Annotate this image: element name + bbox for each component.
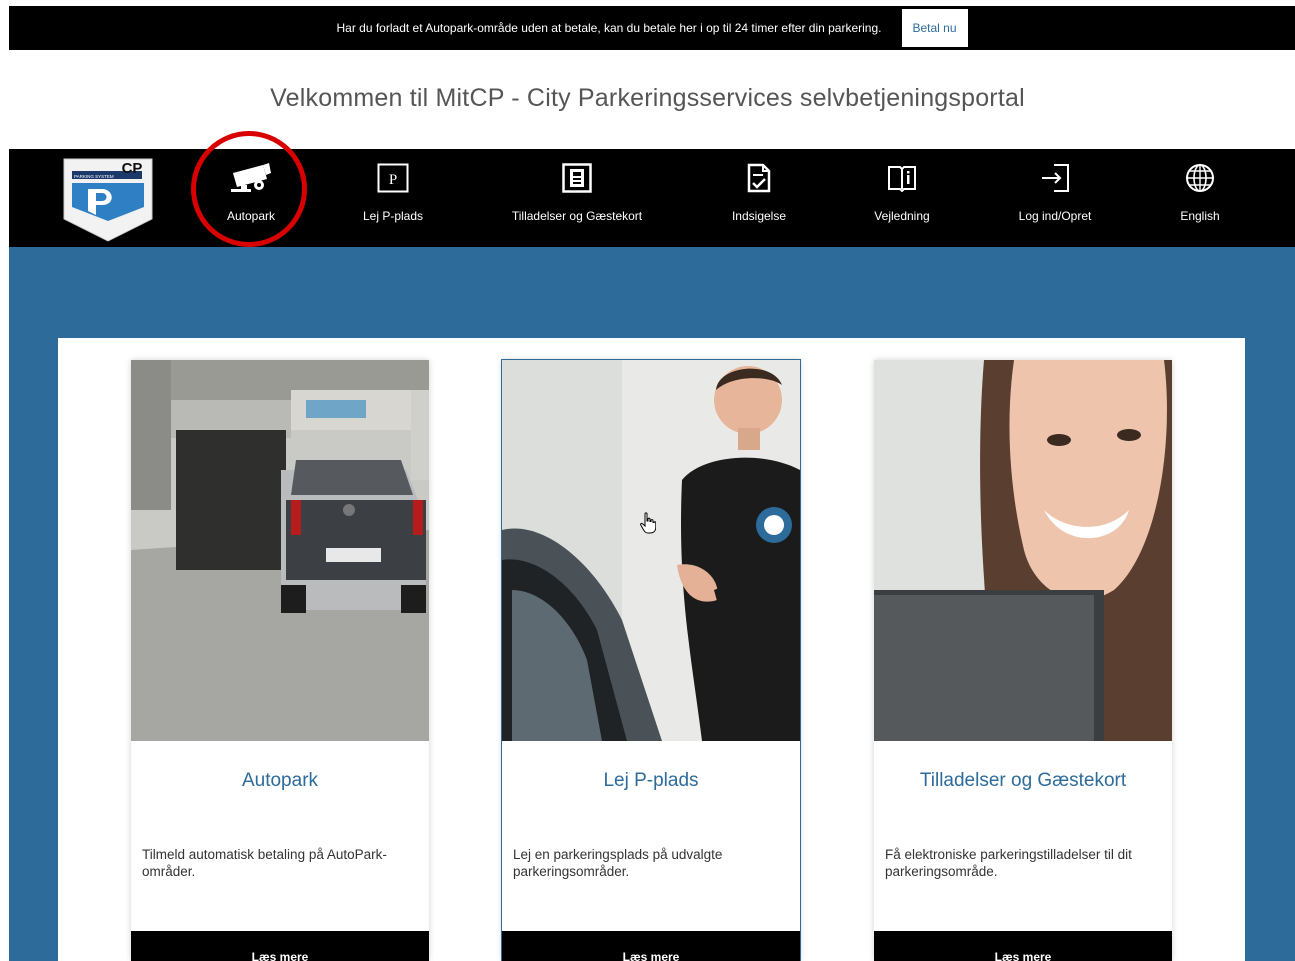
camera-icon: [229, 162, 273, 194]
payment-notice-bar: Har du forladt et Autopark-område uden a…: [9, 6, 1295, 50]
svg-text:P: P: [389, 172, 397, 188]
nav-label-indsigelse: Indsigelse: [731, 209, 787, 223]
nav-item-tilladelser[interactable]: Tilladelser og Gæstekort: [504, 149, 650, 247]
card-desc-lej-p-plads: Lej en parkeringsplads på udvalgte parke…: [513, 847, 723, 879]
nav-label-english: English: [1180, 209, 1220, 223]
card-cta-tilladelser[interactable]: Læs mere: [874, 931, 1172, 961]
document-check-icon: [747, 162, 771, 194]
card-title-lej-p-plads: Lej P-plads: [603, 770, 699, 791]
book-info-icon: [887, 162, 917, 194]
parking-sign-icon: P: [377, 162, 409, 194]
card-image-tilladelser: [874, 360, 1172, 741]
card-cta-lej-p-plads[interactable]: Læs mere: [502, 931, 800, 961]
card-image-autopark: [131, 360, 429, 741]
pay-now-button[interactable]: Betal nu: [901, 9, 968, 47]
card-desc-autopark: Tilmeld automatisk betaling på AutoPark-…: [142, 847, 387, 879]
nav-item-lej-p-plads[interactable]: P Lej P-plads: [352, 149, 434, 247]
nav-item-indsigelse[interactable]: Indsigelse: [724, 149, 794, 247]
card-autopark[interactable]: Autopark Tilmeld automatisk betaling på …: [131, 360, 429, 961]
logo-subtext: PARKING SYSTEM: [74, 174, 114, 179]
hand-cursor-icon: [640, 512, 657, 534]
nav-item-log-ind[interactable]: Log ind/Opret: [1009, 149, 1101, 247]
cp-logo[interactable]: CP PARKING SYSTEM: [62, 155, 154, 243]
payment-notice-text: Har du forladt et Autopark-område uden a…: [336, 21, 882, 35]
main-navbar: CP PARKING SYSTEM Autopark P Lej P-plads…: [9, 149, 1295, 247]
card-tilladelser[interactable]: Tilladelser og Gæstekort Få elektroniske…: [874, 360, 1172, 961]
card-title-tilladelser: Tilladelser og Gæstekort: [919, 770, 1127, 791]
welcome-heading: Velkommen til MitCP - City Parkeringsser…: [270, 84, 1025, 112]
card-desc-tilladelser: Få elektroniske parkeringstilladelser ti…: [885, 847, 1132, 879]
card-lej-p-plads[interactable]: Lej P-plads Lej en parkeringsplads på ud…: [501, 359, 801, 961]
login-icon: [1040, 162, 1070, 194]
logo-text: CP: [122, 160, 143, 177]
globe-icon: [1185, 162, 1215, 194]
nav-label-lej-p-plads: Lej P-plads: [362, 209, 424, 223]
card-image-lej-p-plads: [502, 360, 800, 741]
nav-item-english[interactable]: English: [1173, 149, 1227, 247]
nav-label-autopark: Autopark: [226, 209, 276, 223]
card-title-autopark: Autopark: [241, 770, 319, 791]
card-cta-autopark[interactable]: Læs mere: [131, 931, 429, 961]
nav-label-log-ind: Log ind/Opret: [1018, 209, 1092, 223]
nav-label-vejledning: Vejledning: [874, 209, 930, 223]
nav-label-tilladelser: Tilladelser og Gæstekort: [511, 209, 643, 223]
nav-item-autopark[interactable]: Autopark: [215, 149, 287, 247]
permit-card-icon: [562, 162, 592, 194]
nav-item-vejledning[interactable]: Vejledning: [869, 149, 935, 247]
